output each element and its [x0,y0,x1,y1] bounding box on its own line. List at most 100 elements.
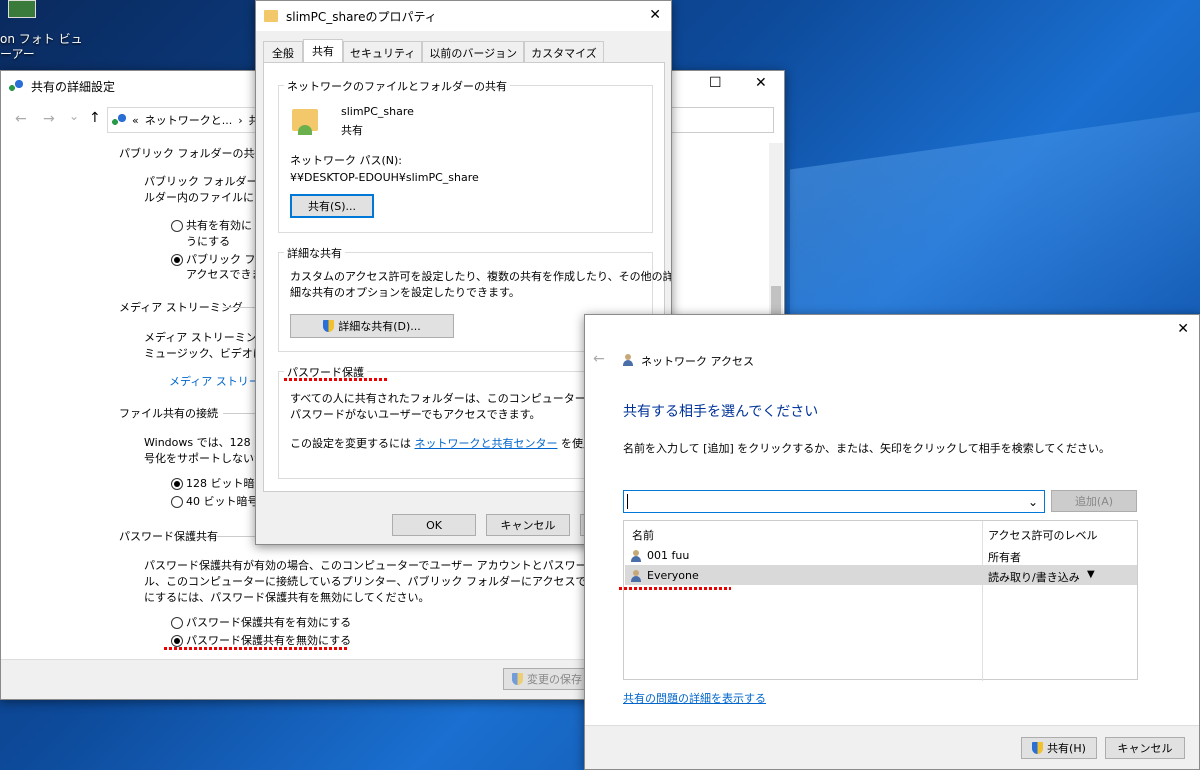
shield-icon [512,673,523,685]
person-name-combobox[interactable]: ⌄ [623,490,1045,513]
save-changes-label: 変更の保存 [527,673,582,686]
forward-arrow-icon[interactable]: → [43,111,55,127]
media-heading-rule [223,307,259,308]
column-header-name[interactable]: 名前 [632,527,654,543]
row-level: 所有者 [988,551,1021,564]
network-access-icon [623,353,633,366]
group-icon [631,569,641,582]
permissions-list[interactable]: 名前 アクセス許可のレベル 001 fuu 所有者 Everyone 読み取り/… [623,520,1138,681]
advanced-sharing-text-2: 細な共有のオプションを設定したりできます。 [290,286,520,299]
network-sharing-center-link[interactable]: ネットワークと共有センター [415,437,558,450]
ok-button-label: OK [426,518,442,532]
password-disable-radio[interactable] [171,635,183,647]
address-network-icon [112,114,126,126]
table-row[interactable]: 001 fuu 所有者 [625,545,1137,565]
password-sharing-text-1: パスワード保護共有が有効の場合、このコンピューターでユーザー アカウントとパスワ… [144,559,640,572]
shield-icon [323,320,335,332]
share-people-badge [298,125,312,135]
red-annotation-underline [619,587,731,590]
tab-security[interactable]: セキュリティ [343,41,423,63]
password-protection-text-3a: この設定を変更するには [290,437,415,450]
add-button[interactable]: 追加(A) [1051,490,1137,512]
network-icon [9,80,23,92]
password-sharing-heading: パスワード保護共有 [119,530,218,543]
desktop-icon[interactable]: on フォト ビュ ーアー [0,0,83,62]
folder-share-status: 共有 [341,124,363,137]
photo-viewer-icon [8,0,36,18]
props-titlebar: slimPC_shareのプロパティ ✕ [256,1,671,31]
file-connections-text-2: 号化をサポートしないか [144,452,265,465]
people-group-icon [631,570,641,582]
public-enable-radio[interactable] [171,220,183,232]
user-icon [631,549,641,562]
public-option-disable-label-b: アクセスできま [186,268,263,281]
na-close-icon[interactable]: ✕ [1177,321,1189,337]
password-sharing-text-3: にするには、パスワード保護共有を無効にしてください。 [144,591,430,604]
public-option-enable[interactable]: 共有を有効に [171,217,252,233]
combobox-dropdown-icon[interactable]: ⌄ [1028,495,1044,509]
row-name: Everyone [647,569,699,582]
password-sharing-text-2: ル、このコンピューターに接続しているプリンター、パブリック フォルダーにアクセス… [144,575,640,588]
password-enable-label: パスワード保護共有を有効にする [186,616,352,629]
cancel-button-label: キャンセル [500,519,556,532]
tab-sharing[interactable]: 共有 [303,39,343,63]
tab-general[interactable]: 全般 [263,41,303,63]
row-name: 001 fuu [647,549,690,562]
explorer-search-box[interactable] [671,107,774,133]
encryption-128-option[interactable]: 128 ビット暗号 [171,475,266,491]
breadcrumb-chevron[interactable]: « [132,114,139,127]
shield-icon [1032,742,1044,754]
password-protection-text-3: この設定を変更するには ネットワークと共有センター を使用してく [290,435,626,451]
column-header-level[interactable]: アクセス許可のレベル [988,527,1097,543]
breadcrumb-separator: › [238,113,243,127]
folder-title-icon [264,10,278,22]
na-back-arrow-icon[interactable]: ← [593,351,605,367]
na-cancel-label: キャンセル [1117,742,1173,755]
encryption-40-radio[interactable] [171,496,183,508]
recent-chevron-icon[interactable]: ⌄ [69,109,79,123]
red-annotation-underline [164,647,349,650]
props-window-title: slimPC_shareのプロパティ [286,9,437,24]
advanced-sharing-text-1: カスタムのアクセス許可を設定したり、複数の共有を作成したり、その他の詳 [290,270,672,283]
desktop-icon-label-2: ーアー [0,47,35,61]
tab-previous-versions[interactable]: 以前のバージョン [422,41,525,63]
permission-dropdown-icon[interactable]: ▼ [1087,569,1095,580]
back-arrow-icon[interactable]: ← [15,111,27,127]
na-cancel-button[interactable]: キャンセル [1105,737,1185,759]
adv-window-title: 共有の詳細設定 [31,79,116,94]
row-level[interactable]: 読み取り/書き込み [988,569,1080,585]
public-option-enable-label-b: うにする [186,235,231,248]
network-access-dialog: ✕ ← ネットワーク アクセス 共有する相手を選んでください 名前を入力して [… [584,314,1200,770]
save-changes-button[interactable]: 変更の保存 [503,668,591,690]
network-path-label: ネットワーク パス(N): [290,154,403,167]
network-sharing-group-label: ネットワークのファイルとフォルダーの共有 [284,78,510,94]
fileconn-heading-rule [223,413,259,414]
up-arrow-icon[interactable]: ↑ [89,110,101,126]
public-disable-radio[interactable] [171,254,183,266]
close-icon[interactable]: ✕ [755,75,767,91]
password-disable-option[interactable]: パスワード保護共有を無効にする [171,632,351,648]
password-enable-option[interactable]: パスワード保護共有を有効にする [171,614,351,630]
shared-folder-icon [288,103,324,139]
address-bar[interactable]: « ネットワークと... › 共 [107,107,267,133]
password-enable-radio[interactable] [171,617,183,629]
person-name-input[interactable] [627,494,1028,509]
share-confirm-button[interactable]: 共有(H) [1021,737,1097,759]
share-button-label: 共有(S)... [307,200,357,213]
tab-customize[interactable]: カスタマイズ [524,41,604,63]
public-option-enable-label-a: 共有を有効に [186,219,252,232]
sharing-troubleshoot-link[interactable]: 共有の問題の詳細を表示する [623,690,766,706]
table-row[interactable]: Everyone 読み取り/書き込み ▼ [625,565,1137,585]
cancel-button[interactable]: キャンセル [486,514,570,536]
share-button[interactable]: 共有(S)... [290,194,374,218]
props-tab-strip: 全般 共有 セキュリティ 以前のバージョン カスタマイズ [263,39,604,63]
public-folder-heading: パブリック フォルダーの共有 [119,147,266,160]
maximize-icon[interactable]: ☐ [709,75,722,91]
folder-name: slimPC_share [341,105,414,118]
file-connections-text-1: Windows では、128 ビ [144,436,266,449]
encryption-128-radio[interactable] [171,478,183,490]
breadcrumb-item-network[interactable]: ネットワークと... [145,112,233,128]
props-close-icon[interactable]: ✕ [649,7,661,23]
ok-button[interactable]: OK [392,514,476,536]
advanced-sharing-button[interactable]: 詳細な共有(D)... [290,314,454,338]
